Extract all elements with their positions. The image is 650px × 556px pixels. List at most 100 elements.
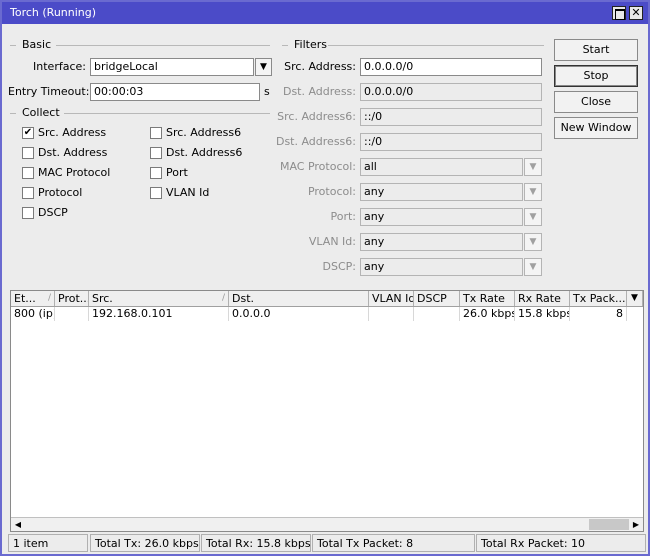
basic-group-line [56, 45, 270, 46]
mac-protocol-label: MAC Protocol: [279, 160, 356, 173]
checkbox-label[interactable]: Src. Address6 [166, 126, 241, 140]
table-cell [414, 307, 460, 321]
protocol-field[interactable]: any [360, 183, 523, 201]
dscp-label: DSCP: [322, 260, 356, 273]
traffic-table[interactable]: Et... / Prot... Src. / Dst. VLAN Id DSCP Tx Rate… [10, 290, 644, 532]
interface-field[interactable]: bridgeLocal [90, 58, 254, 76]
status-total-rx-packet: Total Rx Packet: 10 [476, 534, 646, 552]
checkbox-label[interactable]: VLAN Id [166, 186, 209, 200]
column-header-label: VLAN Id [372, 292, 414, 305]
stop-button[interactable]: Stop [554, 65, 638, 87]
src-address6-field[interactable]: ::/0 [360, 108, 542, 126]
column-header-label: Src. [92, 292, 113, 305]
basic-group-title: Basic [22, 38, 52, 51]
checkbox-label[interactable]: Port [166, 166, 188, 180]
vlan-id-label: VLAN Id: [308, 235, 356, 248]
sort-icon: / [47, 293, 51, 303]
filters-group-title: Filters [294, 38, 327, 51]
dst-address-label: Dst. Address: [282, 85, 356, 98]
column-header-label: Prot... [58, 292, 89, 305]
checkbox[interactable] [22, 207, 34, 219]
table-cell: 8 [570, 307, 627, 321]
close-button[interactable]: Close [554, 91, 638, 113]
column-header[interactable]: VLAN Id [369, 291, 414, 306]
checkbox-checked-icon[interactable]: ✔ [22, 127, 34, 139]
status-bar: 1 item Total Tx: 26.0 kbps Total Rx: 15.… [8, 534, 646, 552]
scroll-right-icon[interactable]: ▶ [629, 518, 643, 531]
checkbox[interactable] [150, 127, 162, 139]
mac-protocol-field[interactable]: all [360, 158, 523, 176]
close-icon[interactable]: ✕ [629, 6, 643, 20]
table-cell [369, 307, 414, 321]
interface-dropdown-icon[interactable]: ▼ [255, 58, 272, 76]
column-header[interactable]: Src. / [89, 291, 229, 306]
column-header-label: Rx Rate [518, 292, 561, 305]
dscp-field[interactable]: any [360, 258, 523, 276]
column-header-label: DSCP [417, 292, 447, 305]
sort-icon: / [221, 293, 225, 303]
column-header[interactable]: Rx Rate [515, 291, 570, 306]
checkbox-label[interactable]: Dst. Address [38, 146, 107, 160]
port-field[interactable]: any [360, 208, 523, 226]
dscp-dropdown-icon[interactable]: ▼ [524, 258, 542, 276]
table-cell: 15.8 kbps [515, 307, 570, 321]
table-cell [55, 307, 89, 321]
filters-group-line [328, 45, 544, 46]
status-total-tx-packet: Total Tx Packet: 8 [312, 534, 475, 552]
src-address-field[interactable]: 0.0.0.0/0 [360, 58, 542, 76]
column-header-label: Tx Pack... [573, 292, 626, 305]
mac-protocol-dropdown-icon[interactable]: ▼ [524, 158, 542, 176]
checkbox-label[interactable]: Protocol [38, 186, 82, 200]
checkbox-label[interactable]: Dst. Address6 [166, 146, 242, 160]
table-cell: 192.168.0.101 [89, 307, 229, 321]
dst-address-field[interactable]: 0.0.0.0/0 [360, 83, 542, 101]
column-header[interactable]: Et... / [11, 291, 55, 306]
column-header[interactable]: DSCP [414, 291, 460, 306]
new-window-button[interactable]: New Window [554, 117, 638, 139]
vlan-id-field[interactable]: any [360, 233, 523, 251]
checkbox-label[interactable]: DSCP [38, 206, 68, 220]
column-header[interactable]: Prot... [55, 291, 89, 306]
port-label: Port: [330, 210, 356, 223]
column-header[interactable]: Dst. [229, 291, 369, 306]
entry-timeout-field[interactable]: 00:00:03 [90, 83, 260, 101]
status-total-rx: Total Rx: 15.8 kbps [201, 534, 311, 552]
checkbox[interactable] [22, 167, 34, 179]
table-row[interactable]: 800 (ip) 192.168.0.101 0.0.0.0 26.0 kbps 15.… [11, 307, 643, 321]
dst-address6-label: Dst. Address6: [275, 135, 356, 148]
column-header[interactable]: Tx Rate [460, 291, 515, 306]
src-address6-label: Src. Address6: [277, 110, 356, 123]
title-bar[interactable]: Torch (Running) ✕ [2, 2, 648, 24]
scroll-left-icon[interactable]: ◀ [11, 518, 25, 531]
checkbox[interactable] [150, 167, 162, 179]
column-header-label: Et... [14, 292, 36, 305]
status-total-tx: Total Tx: 26.0 kbps [90, 534, 200, 552]
torch-window: Torch (Running) ✕ Basic Interface: bridg… [0, 0, 650, 556]
maximize-icon[interactable] [612, 6, 626, 20]
protocol-label: Protocol: [307, 185, 356, 198]
dst-address6-field[interactable]: ::/0 [360, 133, 542, 151]
checkbox-label[interactable]: Src. Address [38, 126, 106, 140]
checkbox[interactable] [150, 147, 162, 159]
port-dropdown-icon[interactable]: ▼ [524, 208, 542, 226]
checkbox[interactable] [22, 187, 34, 199]
collect-group-line [10, 113, 16, 114]
checkbox[interactable] [22, 147, 34, 159]
entry-timeout-label: Entry Timeout: [8, 85, 90, 98]
src-address-label: Src. Address: [284, 60, 356, 73]
status-item-count: 1 item [8, 534, 88, 552]
collect-group-title: Collect [22, 106, 60, 119]
horizontal-scrollbar[interactable]: ◀ ▶ [11, 517, 643, 531]
column-header-label: Tx Rate [463, 292, 505, 305]
table-header: Et... / Prot... Src. / Dst. VLAN Id DSCP Tx Rate… [11, 291, 643, 307]
column-header[interactable]: Tx Pack... [570, 291, 627, 306]
checkbox-label[interactable]: MAC Protocol [38, 166, 110, 180]
start-button[interactable]: Start [554, 39, 638, 61]
vlan-id-dropdown-icon[interactable]: ▼ [524, 233, 542, 251]
column-menu-icon[interactable]: ▼ [627, 291, 643, 306]
scrollbar-thumb[interactable] [589, 519, 629, 530]
basic-group-line [10, 45, 16, 46]
checkbox[interactable] [150, 187, 162, 199]
protocol-dropdown-icon[interactable]: ▼ [524, 183, 542, 201]
collect-group-line [64, 113, 270, 114]
